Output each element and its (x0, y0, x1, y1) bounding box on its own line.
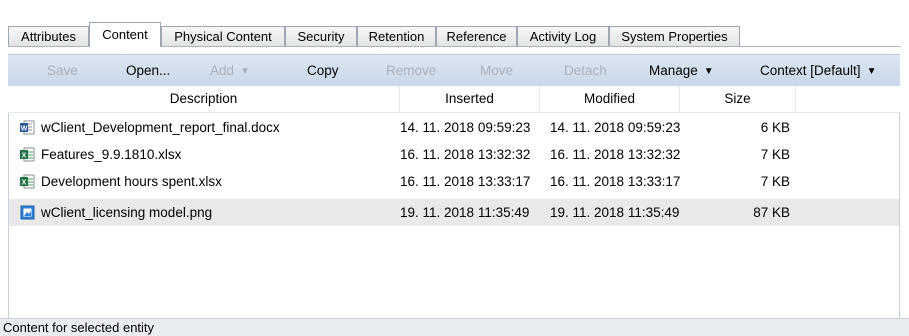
open-button[interactable]: Open... (126, 55, 170, 86)
excel-spreadsheet-icon: X (20, 174, 35, 189)
add-button[interactable]: Add ▼ (210, 55, 250, 86)
context-label: Context [Default] (760, 63, 861, 78)
table-row[interactable]: W wClient_Development_report_final.docx … (9, 114, 899, 141)
file-name: Development hours spent.xlsx (41, 174, 222, 189)
file-name: wClient_Development_report_final.docx (41, 120, 280, 135)
tab-system-properties[interactable]: System Properties (609, 26, 740, 46)
column-header: Description Inserted Modified Size (8, 86, 900, 113)
chevron-down-icon: ▼ (866, 66, 877, 77)
tab-bar: Attributes Content Physical Content Secu… (0, 0, 909, 47)
column-header-description[interactable]: Description (8, 86, 400, 112)
modified-date: 16. 11. 2018 13:33:17 (550, 174, 681, 189)
save-button[interactable]: Save (47, 55, 78, 86)
table-row[interactable]: X Features_9.9.1810.xlsx 16. 11. 2018 13… (9, 141, 899, 168)
inserted-date: 19. 11. 2018 11:35:49 (400, 205, 530, 220)
remove-button[interactable]: Remove (386, 55, 436, 86)
tab-content[interactable]: Content (89, 22, 161, 47)
file-size: 7 KB (760, 147, 790, 162)
chevron-down-icon: ▼ (703, 66, 714, 77)
status-bar: Content for selected entity (0, 318, 909, 336)
file-name: wClient_licensing model.png (41, 205, 213, 220)
status-text: Content for selected entity (3, 320, 155, 335)
file-size: 6 KB (760, 120, 790, 135)
modified-date: 19. 11. 2018 11:35:49 (550, 205, 680, 220)
modified-date: 16. 11. 2018 13:32:32 (550, 147, 681, 162)
inserted-date: 14. 11. 2018 09:59:23 (400, 120, 531, 135)
svg-text:X: X (22, 180, 27, 187)
tab-security[interactable]: Security (285, 26, 357, 46)
chevron-down-icon: ▼ (240, 66, 250, 77)
detach-button[interactable]: Detach (564, 55, 607, 86)
inserted-date: 16. 11. 2018 13:33:17 (400, 174, 531, 189)
tab-label: Reference (446, 29, 507, 44)
tab-attributes[interactable]: Attributes (8, 26, 89, 46)
table-row[interactable]: X Development hours spent.xlsx 16. 11. 2… (9, 168, 899, 195)
tab-label: Physical Content (174, 29, 272, 44)
image-file-icon (20, 205, 35, 220)
copy-button[interactable]: Copy (307, 55, 339, 86)
inserted-date: 16. 11. 2018 13:32:32 (400, 147, 531, 162)
file-size: 7 KB (760, 174, 790, 189)
tab-physical-content[interactable]: Physical Content (161, 26, 285, 46)
tab-label: Retention (368, 29, 425, 44)
tab-label: Content (102, 27, 148, 42)
file-name: Features_9.9.1810.xlsx (41, 147, 182, 162)
tab-activity-log[interactable]: Activity Log (517, 26, 609, 46)
svg-text:W: W (21, 126, 28, 133)
column-header-modified[interactable]: Modified (540, 86, 680, 112)
word-document-icon: W (20, 120, 35, 135)
manage-menu-button[interactable]: Manage ▼ (649, 55, 714, 86)
move-button[interactable]: Move (480, 55, 513, 86)
excel-spreadsheet-icon: X (20, 147, 35, 162)
tab-retention[interactable]: Retention (357, 26, 436, 46)
context-menu-button[interactable]: Context [Default] ▼ (760, 55, 876, 86)
tab-label: System Properties (621, 29, 728, 44)
manage-label: Manage (649, 63, 698, 78)
tab-label: Attributes (21, 29, 76, 44)
table-row-selected[interactable]: wClient_licensing model.png 19. 11. 2018… (9, 199, 899, 226)
file-size: 87 KB (753, 205, 790, 220)
toolbar: Save Open... Add ▼ Copy Remove Move Detac… (8, 54, 900, 86)
column-header-size[interactable]: Size (680, 86, 796, 112)
tab-label: Security (297, 29, 345, 44)
svg-text:X: X (22, 153, 27, 160)
add-label: Add (210, 63, 235, 78)
column-header-inserted[interactable]: Inserted (400, 86, 540, 112)
modified-date: 14. 11. 2018 09:59:23 (550, 120, 681, 135)
tab-reference[interactable]: Reference (436, 26, 517, 46)
tab-label: Activity Log (529, 29, 597, 44)
